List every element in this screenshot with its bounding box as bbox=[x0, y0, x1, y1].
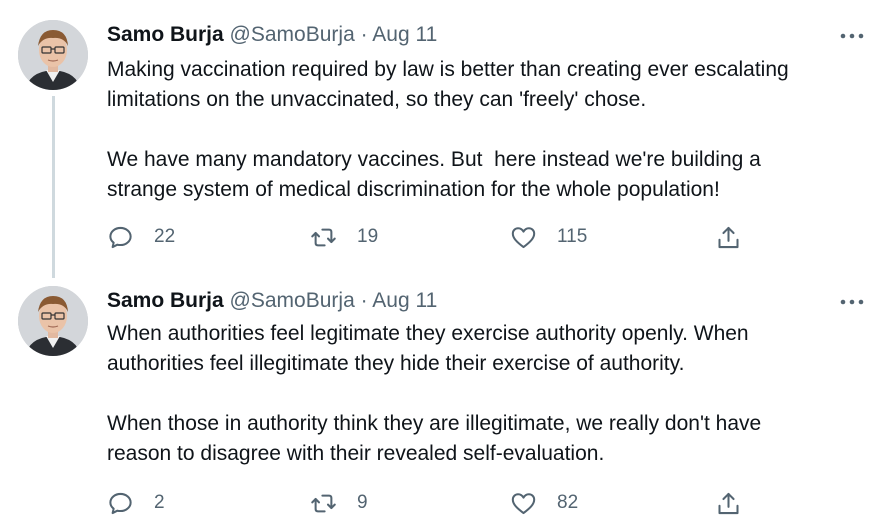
separator-dot: · bbox=[360, 23, 368, 46]
like-count: 82 bbox=[557, 492, 579, 513]
reply-button[interactable]: 2 bbox=[107, 487, 165, 519]
author-handle[interactable]: @SamoBurja bbox=[230, 23, 355, 46]
thread-line bbox=[52, 96, 55, 278]
author-name[interactable]: Samo Burja bbox=[107, 289, 224, 312]
retweet-button[interactable]: 9 bbox=[310, 487, 368, 519]
tweet-actions: 22 19 115 bbox=[107, 221, 767, 253]
reply-button[interactable]: 22 bbox=[107, 221, 175, 253]
more-horizontal-icon[interactable] bbox=[838, 28, 866, 44]
share-icon bbox=[718, 226, 739, 248]
retweet-icon bbox=[311, 494, 336, 512]
tweet-date[interactable]: Aug 11 bbox=[372, 289, 437, 312]
reply-icon bbox=[109, 226, 132, 248]
tweet-header: Samo Burja @SamoBurja · Aug 11 bbox=[107, 22, 437, 48]
tweet-header: Samo Burja @SamoBurja · Aug 11 bbox=[107, 288, 437, 314]
tweet-text: When authorities feel legitimate they ex… bbox=[107, 322, 762, 465]
retweet-button[interactable]: 19 bbox=[310, 221, 378, 253]
share-button[interactable] bbox=[715, 487, 742, 519]
reply-count: 22 bbox=[154, 226, 176, 247]
tweet-date[interactable]: Aug 11 bbox=[372, 23, 437, 46]
tweet[interactable]: Samo Burja @SamoBurja · Aug 11 Making va… bbox=[0, 0, 884, 278]
tweet[interactable]: Samo Burja @SamoBurja · Aug 11 When auth… bbox=[0, 266, 884, 520]
author-name[interactable]: Samo Burja bbox=[107, 23, 224, 46]
heart-icon bbox=[511, 492, 536, 514]
tweet-text: Making vaccination required by law is be… bbox=[107, 58, 789, 201]
reply-count: 2 bbox=[154, 492, 165, 513]
share-icon bbox=[718, 492, 739, 514]
avatar[interactable] bbox=[18, 20, 88, 90]
avatar[interactable] bbox=[18, 286, 88, 356]
reply-icon bbox=[109, 492, 132, 514]
like-button[interactable]: 82 bbox=[510, 487, 578, 519]
tweet-actions: 2 9 82 bbox=[107, 487, 767, 519]
heart-icon bbox=[511, 226, 536, 248]
avatar-image bbox=[18, 20, 88, 90]
separator-dot: · bbox=[360, 289, 368, 312]
like-button[interactable]: 115 bbox=[510, 221, 587, 253]
retweet-count: 19 bbox=[357, 226, 379, 247]
more-horizontal-icon[interactable] bbox=[838, 294, 866, 310]
retweet-count: 9 bbox=[357, 492, 368, 513]
avatar-image bbox=[18, 286, 88, 356]
author-handle[interactable]: @SamoBurja bbox=[230, 289, 355, 312]
like-count: 115 bbox=[557, 226, 588, 247]
share-button[interactable] bbox=[715, 221, 742, 253]
retweet-icon bbox=[311, 228, 336, 246]
